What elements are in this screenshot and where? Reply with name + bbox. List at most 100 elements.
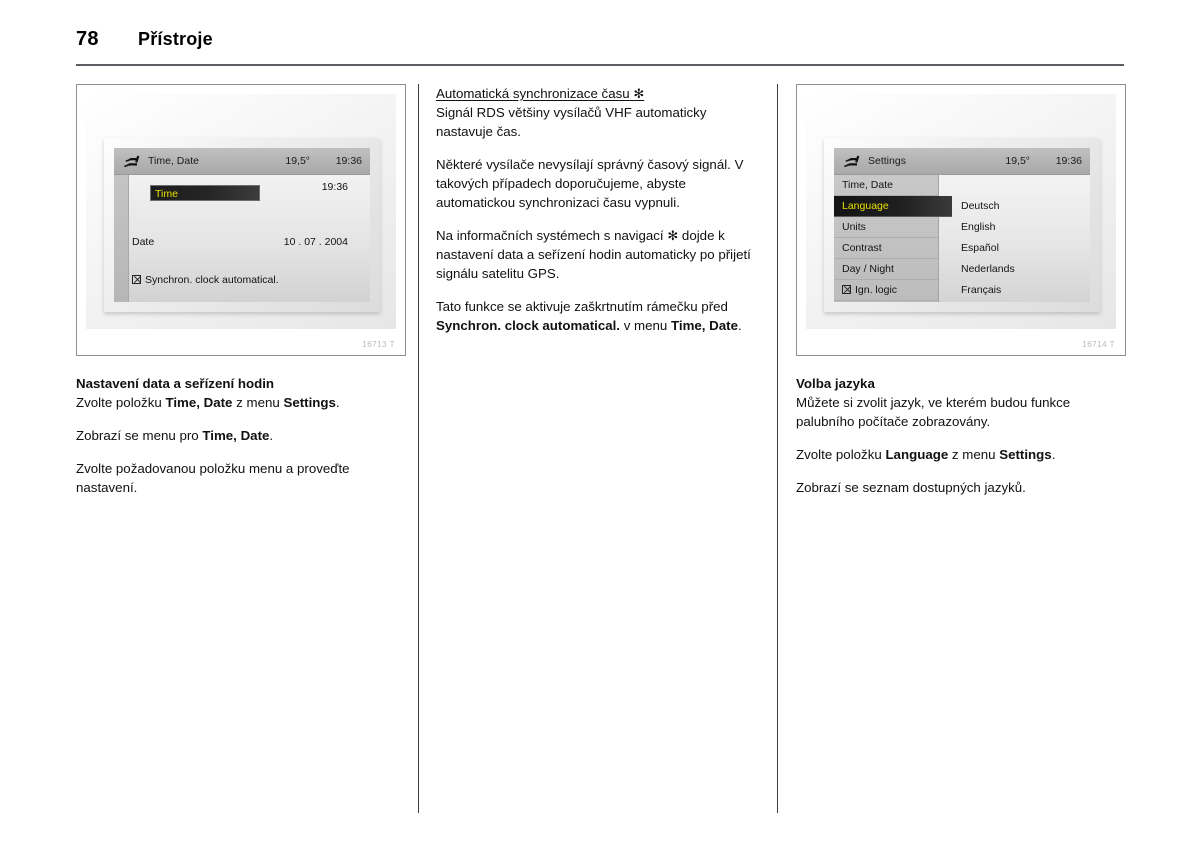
- middle-paragraph-4: Tato funkce se aktivuje zaškrtnutím ráme…: [436, 297, 758, 335]
- synchron-clock-checkbox-row[interactable]: Synchron. clock automatical.: [132, 274, 279, 286]
- middle-p4-bold-2: Time, Date: [671, 318, 739, 333]
- row-time-highlight[interactable]: Time: [150, 185, 260, 201]
- left-p1-bold-2: Settings: [283, 395, 336, 410]
- left-p1-bold-1: Time, Date: [165, 395, 233, 410]
- page-number: 78: [76, 28, 99, 50]
- left-p1-pre: Zvolte položku: [76, 395, 166, 410]
- menu-item-language-label: Language: [842, 200, 889, 212]
- row-date[interactable]: Date 10 . 07 . 2004: [132, 236, 362, 254]
- right-p2-end: .: [1051, 447, 1056, 462]
- settings-menu-list: Time, Date Language Units Contrast Day /…: [834, 175, 952, 302]
- language-spacer: [939, 175, 1090, 196]
- right-p2-bold-2: Settings: [999, 447, 1052, 462]
- left-paragraph-2: Zobrazí se menu pro Time, Date.: [76, 426, 406, 445]
- settings-wrench-icon: [122, 153, 140, 169]
- right-p2-mid: z menu: [948, 447, 1000, 462]
- left-heading: Nastavení data a seřízení hodin: [76, 376, 275, 391]
- right-heading: Volba jazyka: [796, 376, 875, 391]
- display-bezel-right: Settings 19,5° 19:36 Time, Date Language: [824, 138, 1100, 312]
- figure-background: Time, Date 19,5° 19:36 Time 19:36 Date 1…: [86, 94, 396, 329]
- column-left-text: Nastavení data a seřízení hodin Zvolte p…: [76, 374, 406, 497]
- lcd-screen-time-date: Time, Date 19,5° 19:36 Time 19:36 Date 1…: [114, 148, 370, 302]
- row-time-label: Time: [155, 188, 178, 200]
- menu-item-language[interactable]: Language: [834, 196, 952, 217]
- figure-time-date: Time, Date 19,5° 19:36 Time 19:36 Date 1…: [76, 84, 406, 356]
- row-time[interactable]: Time 19:36: [132, 181, 362, 201]
- menu-item-ign-logic[interactable]: Ign. logic: [834, 280, 938, 301]
- middle-p4-pre: Tato funkce se aktivuje zaškrtnutím ráme…: [436, 299, 728, 314]
- lcd-body: Time 19:36 Date 10 . 07 . 2004 Synchron.…: [114, 175, 370, 302]
- right-paragraph-1: Můžete si zvolit jazyk, ve kterém budou …: [796, 395, 1071, 429]
- column-right: Settings 19,5° 19:36 Time, Date Language: [796, 84, 1126, 511]
- asterisk-icon: ✻: [633, 86, 645, 101]
- lcd-temperature: 19,5°: [285, 155, 310, 167]
- column-middle: Automatická synchronizace času ✻ Signál …: [436, 84, 758, 349]
- lcd-clock: 19:36: [335, 155, 362, 167]
- checkbox-checked-icon[interactable]: [842, 285, 851, 294]
- column-divider-right: [777, 84, 778, 813]
- right-paragraph-2: Zvolte položku Language z menu Settings.: [796, 445, 1126, 464]
- left-p2-bold-1: Time, Date: [202, 428, 270, 443]
- row-date-value: 10 . 07 . 2004: [283, 236, 348, 248]
- left-p1-end: .: [335, 395, 340, 410]
- left-paragraph-1: Zvolte položku Time, Date z menu Setting…: [76, 393, 406, 412]
- lcd-body-right: Time, Date Language Units Contrast Day /…: [834, 175, 1090, 302]
- lcd-title-right: Settings: [868, 155, 906, 167]
- lcd-titlebar-right: Settings 19,5° 19:36: [834, 148, 1090, 175]
- lcd-side-strip: [114, 175, 129, 302]
- figure-code-right: 16714 T: [1082, 340, 1115, 349]
- middle-heading-text: Automatická synchronizace času: [436, 86, 630, 101]
- checkbox-checked-icon[interactable]: [132, 275, 141, 284]
- language-item-deutsch[interactable]: Deutsch: [939, 196, 1090, 217]
- header-rule: [76, 64, 1124, 66]
- language-item-english[interactable]: English: [939, 217, 1090, 238]
- middle-paragraph-2: Některé vysílače nevysílají správný časo…: [436, 157, 744, 210]
- middle-paragraph-3: Na informačních systémech s navigací ✻ d…: [436, 226, 758, 283]
- menu-item-contrast[interactable]: Contrast: [834, 238, 938, 259]
- middle-p4-bold-1: Synchron. clock automatical.: [436, 318, 620, 333]
- column-left: Time, Date 19,5° 19:36 Time 19:36 Date 1…: [76, 84, 406, 511]
- right-p2-bold-1: Language: [885, 447, 949, 462]
- language-item-espanol[interactable]: Español: [939, 238, 1090, 259]
- menu-item-units[interactable]: Units: [834, 217, 938, 238]
- menu-item-time-date-label: Time, Date: [842, 179, 893, 191]
- row-date-label: Date: [132, 236, 155, 248]
- synchron-clock-label: Synchron. clock automatical.: [145, 274, 279, 286]
- menu-item-day-night[interactable]: Day / Night: [834, 259, 938, 280]
- asterisk-icon-2: ✻: [667, 228, 679, 243]
- menu-item-contrast-label: Contrast: [842, 242, 882, 254]
- lcd-title: Time, Date: [148, 155, 199, 167]
- menu-item-ign-logic-label: Ign. logic: [855, 284, 898, 296]
- left-p1-mid: z menu: [232, 395, 284, 410]
- figure-settings: Settings 19,5° 19:36 Time, Date Language: [796, 84, 1126, 356]
- language-item-nederlands[interactable]: Nederlands: [939, 259, 1090, 280]
- language-list: Deutsch English Español Nederlands Franç…: [939, 175, 1090, 302]
- lcd-temperature-right: 19,5°: [1005, 155, 1030, 167]
- lcd-titlebar: Time, Date 19,5° 19:36: [114, 148, 370, 175]
- page-title: Přístroje: [138, 29, 213, 49]
- lcd-clock-right: 19:36: [1055, 155, 1082, 167]
- right-paragraph-3: Zobrazí se seznam dostupných jazyků.: [796, 480, 1026, 495]
- language-item-francais[interactable]: Français: [939, 280, 1090, 301]
- settings-wrench-icon: [842, 153, 860, 169]
- menu-item-units-label: Units: [842, 221, 866, 233]
- page-header: 78 Přístroje: [0, 0, 1200, 70]
- middle-heading: Automatická synchronizace času ✻: [436, 84, 758, 103]
- left-p2-pre: Zobrazí se menu pro: [76, 428, 203, 443]
- middle-p4-end: .: [738, 318, 742, 333]
- row-time-value: 19:36: [321, 181, 348, 193]
- figure-background-right: Settings 19,5° 19:36 Time, Date Language: [806, 94, 1116, 329]
- right-p2-pre: Zvolte položku: [796, 447, 886, 462]
- left-p2-end: .: [269, 428, 274, 443]
- column-divider-left: [418, 84, 419, 813]
- display-bezel: Time, Date 19,5° 19:36 Time 19:36 Date 1…: [104, 138, 380, 312]
- menu-item-time-date[interactable]: Time, Date: [834, 175, 938, 196]
- column-right-text: Volba jazyka Můžete si zvolit jazyk, ve …: [796, 374, 1126, 497]
- column-middle-text: Automatická synchronizace času ✻ Signál …: [436, 84, 758, 335]
- middle-p4-mid: v menu: [620, 318, 671, 333]
- lcd-screen-settings: Settings 19,5° 19:36 Time, Date Language: [834, 148, 1090, 302]
- left-paragraph-3: Zvolte požadovanou položku menu a proveď…: [76, 461, 350, 495]
- figure-code-left: 16713 T: [362, 340, 395, 349]
- menu-item-day-night-label: Day / Night: [842, 263, 894, 275]
- middle-paragraph-1: Signál RDS většiny vysílačů VHF automati…: [436, 105, 707, 139]
